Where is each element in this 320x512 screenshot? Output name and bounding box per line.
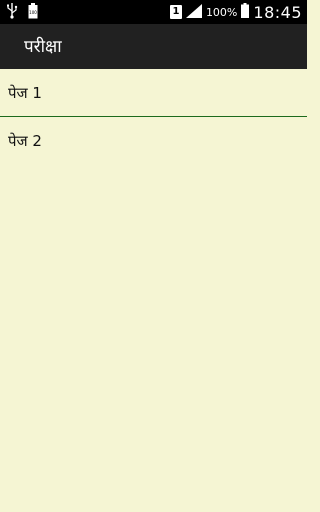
page-list: पेज 1 पेज 2 [0, 69, 307, 164]
clock: 18:45 [253, 2, 302, 22]
system-status: 1 100% 18:45 [169, 0, 302, 24]
usb-icon [6, 3, 18, 23]
list-item-page-1[interactable]: पेज 1 [0, 69, 307, 116]
battery-percent: 100% [205, 5, 238, 19]
svg-text:100: 100 [29, 10, 37, 15]
list-item-label: पेज 1 [8, 84, 42, 102]
list-item-page-2[interactable]: पेज 2 [0, 117, 307, 164]
list-item-label: पेज 2 [8, 132, 42, 150]
notification-icons: 100 [6, 3, 38, 23]
status-bar: 100 1 100% 18:45 [0, 0, 307, 24]
app-bar: परीक्षा [0, 24, 307, 69]
signal-icon [185, 3, 202, 22]
sim-icon: 1 [169, 5, 182, 19]
app-title: परीक्षा [24, 37, 62, 57]
battery-full-notification-icon: 100 [28, 3, 38, 23]
battery-icon [241, 2, 250, 22]
